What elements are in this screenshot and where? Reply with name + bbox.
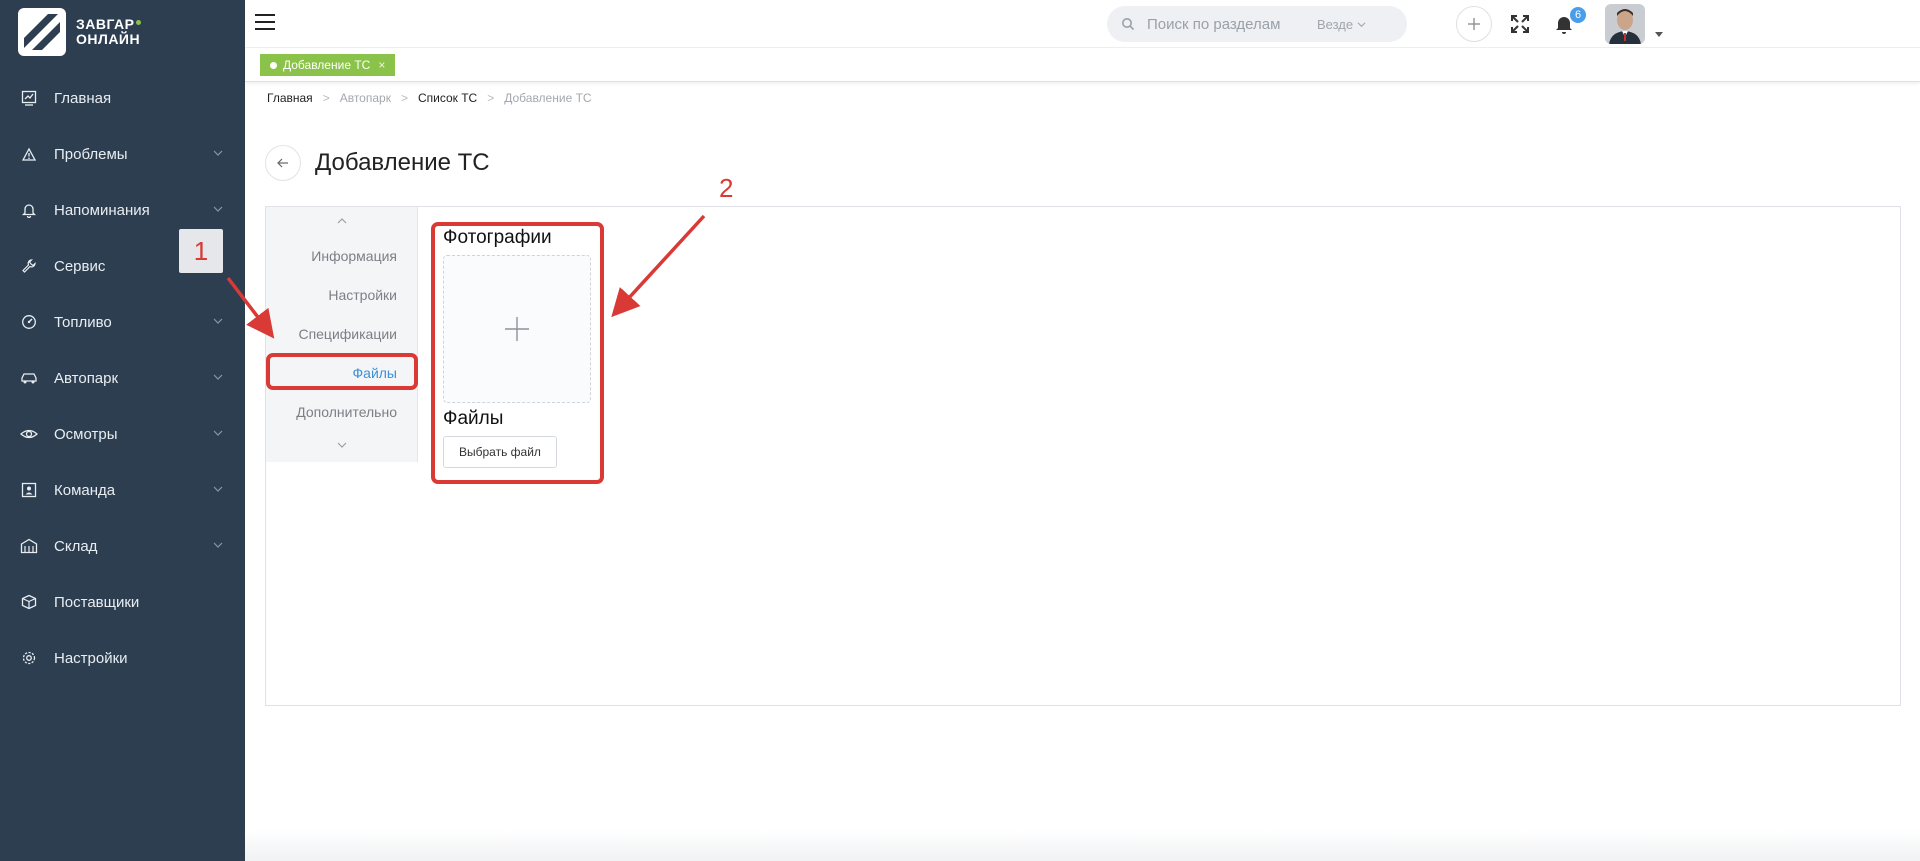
add-button[interactable] — [1456, 6, 1492, 42]
back-button[interactable] — [265, 145, 301, 181]
sidebar-item-label: Сервис — [54, 257, 106, 275]
chevron-up-icon[interactable] — [336, 215, 348, 227]
topbar — [245, 0, 1920, 48]
breadcrumb-fleet[interactable]: Автопарк — [340, 91, 391, 105]
search-input[interactable] — [1147, 15, 1317, 33]
sidebar-item-label: Напоминания — [54, 201, 150, 219]
tab-status-dot-icon — [270, 61, 277, 69]
logo[interactable]: ЗАВГАР ОНЛАЙН — [18, 8, 141, 56]
logo-text: ЗАВГАР ОНЛАЙН — [76, 17, 141, 47]
chevron-down-icon — [213, 374, 223, 380]
dashboard-icon — [20, 89, 38, 107]
breadcrumb-current: Добавление ТС — [504, 91, 592, 105]
tab-strip: Добавление ТС × — [245, 48, 1920, 82]
sidebar-item-fleet[interactable]: Автопарк — [0, 350, 245, 406]
sidebar-menu: Главная Проблемы Напоминания Сервис Топл… — [0, 70, 245, 686]
sidebar-item-home[interactable]: Главная — [0, 70, 245, 126]
car-icon — [20, 369, 38, 387]
tab-add-vehicle[interactable]: Добавление ТС × — [260, 54, 396, 76]
warehouse-icon — [20, 537, 38, 555]
logo-mark-icon — [18, 8, 66, 56]
brand-line1: ЗАВГАР — [76, 16, 135, 32]
search-icon — [1122, 18, 1135, 31]
sidebar-item-inspections[interactable]: Осмотры — [0, 406, 245, 462]
sidebar-item-label: Настройки — [54, 649, 128, 667]
annotation-box-upload-section — [431, 222, 604, 484]
chevron-down-icon — [213, 542, 223, 548]
sidebar-item-label: Автопарк — [54, 369, 119, 387]
sidebar-item-team[interactable]: Команда — [0, 462, 245, 518]
annotation-marker-1: 1 — [179, 229, 223, 273]
gear-icon — [20, 649, 38, 667]
breadcrumb-separator: > — [400, 91, 408, 105]
chevron-down-icon — [213, 430, 223, 436]
box-icon — [20, 593, 38, 611]
section-nav-info[interactable]: Информация — [311, 248, 397, 264]
fuel-icon — [20, 313, 38, 331]
brand-dot-icon — [135, 20, 141, 25]
section-nav: Информация Настройки Спецификации Файлы … — [266, 207, 418, 462]
page-title: Добавление ТС — [315, 149, 490, 176]
chevron-down-icon — [213, 318, 223, 324]
chevron-down-icon — [213, 150, 223, 156]
annotation-box-files-nav — [266, 353, 418, 390]
arrow-left-icon — [277, 158, 288, 168]
sidebar-item-fuel[interactable]: Топливо — [0, 294, 245, 350]
user-photo-icon — [1605, 4, 1645, 44]
breadcrumb-home[interactable]: Главная — [267, 91, 313, 105]
breadcrumb: Главная > Автопарк > Список ТС > Добавле… — [267, 91, 592, 105]
breadcrumb-separator: > — [322, 91, 330, 105]
sidebar-item-label: Топливо — [54, 313, 112, 331]
sidebar-item-warehouse[interactable]: Склад — [0, 518, 245, 574]
search-scope-select[interactable]: Везде — [1317, 17, 1366, 32]
annotation-marker-2: 2 — [719, 173, 734, 203]
breadcrumb-separator: > — [487, 91, 495, 105]
tab-label: Добавление ТС — [283, 58, 371, 72]
sidebar-item-problems[interactable]: Проблемы — [0, 126, 245, 182]
section-nav-settings[interactable]: Настройки — [328, 287, 397, 303]
chevron-down-icon — [1357, 21, 1366, 27]
sidebar: ЗАВГАР ОНЛАЙН Главная Проблемы Напоминан… — [0, 0, 245, 861]
breadcrumb-vehicle-list[interactable]: Список ТС — [418, 91, 477, 105]
tab-close-icon[interactable]: × — [378, 58, 385, 72]
chevron-down-icon — [213, 206, 223, 212]
bell-icon — [20, 201, 38, 219]
sidebar-item-label: Проблемы — [54, 145, 128, 163]
wrench-icon — [20, 257, 38, 275]
alert-icon — [20, 145, 38, 163]
notifications-count-badge: 6 — [1570, 7, 1586, 23]
eye-icon — [20, 425, 38, 443]
section-nav-specs[interactable]: Спецификации — [298, 326, 397, 342]
team-icon — [20, 481, 38, 499]
menu-toggle-icon[interactable] — [255, 14, 275, 32]
plus-icon — [1468, 18, 1480, 30]
sidebar-item-label: Главная — [54, 89, 112, 107]
avatar[interactable] — [1605, 4, 1645, 44]
sidebar-item-label: Поставщики — [54, 593, 140, 611]
caret-down-icon[interactable] — [1655, 30, 1663, 38]
sidebar-item-label: Осмотры — [54, 425, 118, 443]
chevron-down-icon[interactable] — [336, 439, 348, 451]
section-nav-extra[interactable]: Дополнительно — [296, 404, 397, 420]
brand-line2: ОНЛАЙН — [76, 31, 141, 47]
sidebar-item-settings[interactable]: Настройки — [0, 630, 245, 686]
fullscreen-icon[interactable] — [1510, 14, 1530, 34]
sidebar-item-label: Склад — [54, 537, 98, 555]
chevron-down-icon — [213, 486, 223, 492]
sidebar-item-label: Команда — [54, 481, 116, 499]
search-scope-label: Везде — [1317, 16, 1354, 32]
sidebar-item-suppliers[interactable]: Поставщики — [0, 574, 245, 630]
search-bar: Везде — [1107, 6, 1407, 42]
bottom-shadow — [245, 830, 1920, 861]
